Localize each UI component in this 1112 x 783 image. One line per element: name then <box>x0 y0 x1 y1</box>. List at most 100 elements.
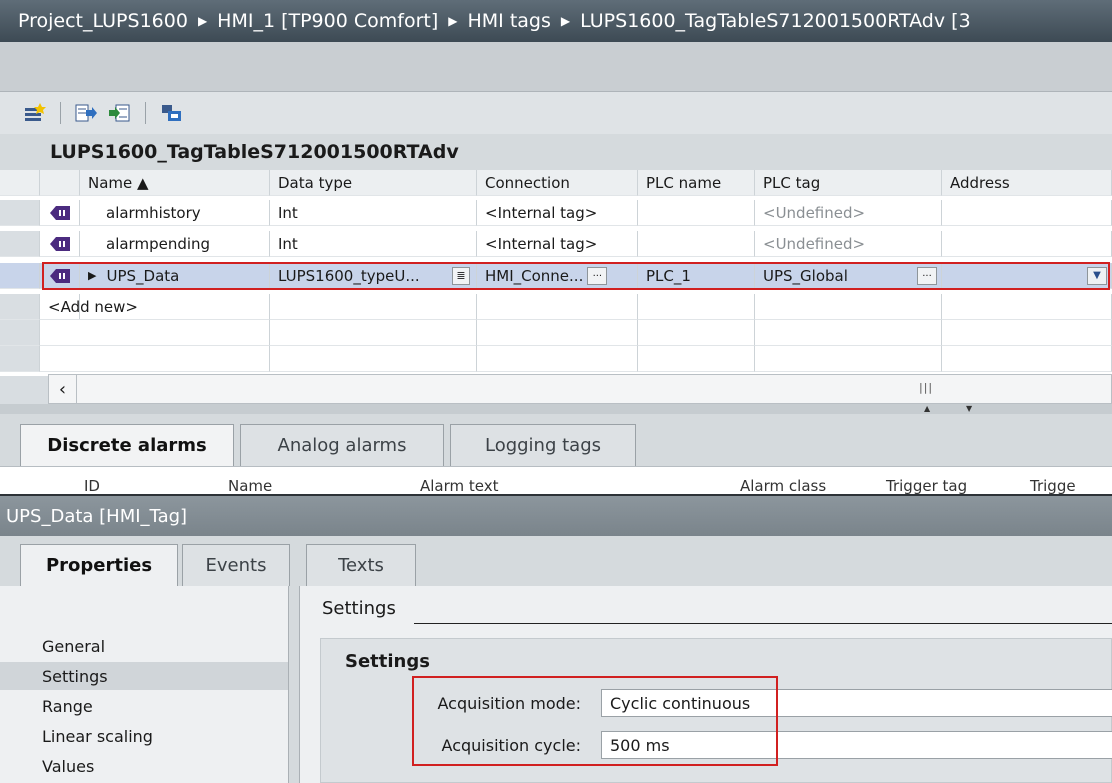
breadcrumb-hmi-tags[interactable]: HMI tags <box>468 10 551 32</box>
tag-connection-cell[interactable]: HMI_Conne... ... <box>477 263 638 289</box>
connection-browse-button[interactable]: ... <box>587 266 608 285</box>
alarm-column-name[interactable]: Name <box>228 477 272 494</box>
empty-cell <box>942 294 1112 320</box>
empty-row <box>0 346 1112 372</box>
splitter-up-icon[interactable]: ▲ <box>924 404 930 413</box>
alarm-column-id[interactable]: ID <box>84 477 100 494</box>
tag-data-type[interactable]: Int <box>270 231 477 257</box>
add-new-tag[interactable]: <Add new> <box>40 294 270 320</box>
acquisition-cycle-label: Acquisition cycle: <box>441 736 581 755</box>
tag-name-cell[interactable]: ▶ UPS_Data <box>80 263 270 289</box>
splitter-down-icon[interactable]: ▼ <box>966 404 972 413</box>
address-dropdown-icon[interactable]: ▼ <box>1087 266 1107 285</box>
row-gutter <box>0 170 40 196</box>
acquisition-mode-field[interactable]: Cyclic continuous <box>601 689 1112 717</box>
empty-cell <box>477 346 638 372</box>
row-gutter[interactable] <box>0 263 40 289</box>
tag-plc-name[interactable]: PLC_1 <box>638 263 755 289</box>
breadcrumb-tag-table[interactable]: LUPS1600_TagTableS712001500RTAdv [3 <box>580 10 971 32</box>
inspector-nav: General Settings Range Linear scaling Va… <box>0 586 288 783</box>
tag-plc-name[interactable] <box>638 200 755 226</box>
column-header-plc-name[interactable]: PLC name <box>638 170 755 196</box>
row-gutter <box>0 294 40 320</box>
tab-events[interactable]: Events <box>182 544 290 586</box>
empty-cell <box>638 294 755 320</box>
scroll-left-icon[interactable]: ‹ <box>49 375 77 403</box>
tab-texts[interactable]: Texts <box>306 544 416 586</box>
empty-cell <box>638 346 755 372</box>
import-icon[interactable] <box>107 100 133 126</box>
breadcrumb-project[interactable]: Project_LUPS1600 <box>18 10 188 32</box>
expand-arrow-icon[interactable]: ▶ <box>88 269 96 282</box>
tag-connection[interactable]: <Internal tag> <box>477 231 638 257</box>
tag-data-type[interactable]: Int <box>270 200 477 226</box>
breadcrumb-separator-icon: ▶ <box>197 14 208 28</box>
tag-connection: HMI_Conne... <box>485 266 584 285</box>
tab-logging-tags[interactable]: Logging tags <box>450 424 636 466</box>
table-row[interactable]: alarmhistory Int <Internal tag> <Undefin… <box>0 200 1112 226</box>
inspector-title: UPS_Data [HMI_Tag] <box>0 494 1112 536</box>
row-gutter <box>0 346 40 372</box>
tag-address-cell[interactable]: ▼ <box>942 263 1112 289</box>
acquisition-mode-label: Acquisition mode: <box>437 694 581 713</box>
empty-cell <box>40 346 80 372</box>
export-icon[interactable] <box>73 100 99 126</box>
empty-cell <box>755 346 942 372</box>
tag-table-grid: Name ▲ Data type Connection PLC name PLC… <box>0 170 1112 376</box>
row-gutter[interactable] <box>0 231 40 257</box>
table-row-selected[interactable]: ▶ UPS_Data LUPS1600_typeU... ≣ HMI_Conne… <box>0 263 1112 289</box>
column-header-name[interactable]: Name ▲ <box>80 170 270 196</box>
alarm-column-trigger-bit[interactable]: Trigge <box>1030 477 1076 494</box>
plc-tag-browse-button[interactable]: ... <box>917 266 937 285</box>
add-new-row[interactable]: <Add new> <box>0 294 1112 320</box>
column-header-connection[interactable]: Connection <box>477 170 638 196</box>
column-header-address[interactable]: Address <box>942 170 1112 196</box>
tag-address[interactable] <box>942 231 1112 257</box>
row-gutter[interactable] <box>0 200 40 226</box>
alarm-column-class[interactable]: Alarm class <box>740 477 826 494</box>
tag-data-type: LUPS1600_typeU... <box>278 266 420 285</box>
tag-address[interactable] <box>942 200 1112 226</box>
alarm-tab-strip: Discrete alarms Analog alarms Logging ta… <box>0 414 1112 466</box>
tag-data-type-cell[interactable]: LUPS1600_typeU... ≣ <box>270 263 477 289</box>
tag-plc-tag[interactable]: <Undefined> <box>755 200 942 226</box>
tab-properties[interactable]: Properties <box>20 544 178 586</box>
alarm-column-text[interactable]: Alarm text <box>420 477 499 494</box>
tag-properties-icon[interactable] <box>158 100 184 126</box>
empty-cell <box>638 320 755 346</box>
nav-item-settings[interactable]: Settings <box>0 662 288 690</box>
nav-item-values[interactable]: Values <box>0 752 288 780</box>
nav-item-linear-scaling[interactable]: Linear scaling <box>0 722 288 750</box>
group-title: Settings <box>345 651 430 672</box>
acquisition-cycle-field[interactable]: 500 ms <box>601 731 1112 759</box>
tab-discrete-alarms[interactable]: Discrete alarms <box>20 424 234 466</box>
tag-name[interactable]: alarmpending <box>80 231 270 257</box>
row-icon-column <box>40 170 80 196</box>
alarm-column-trigger-tag[interactable]: Trigger tag <box>886 477 967 494</box>
empty-cell <box>942 320 1112 346</box>
table-row[interactable]: alarmpending Int <Internal tag> <Undefin… <box>0 231 1112 257</box>
scroll-grip-icon[interactable]: ||| <box>919 381 933 394</box>
column-header-data-type[interactable]: Data type <box>270 170 477 196</box>
horizontal-scrollbar[interactable]: ‹ ||| <box>48 374 1112 404</box>
inspector-splitter[interactable] <box>288 586 300 783</box>
nav-item-range[interactable]: Range <box>0 692 288 720</box>
tag-table-toolbar <box>0 92 1112 134</box>
breadcrumb-device[interactable]: HMI_1 [TP900 Comfort] <box>217 10 438 32</box>
tag-plc-name[interactable] <box>638 231 755 257</box>
tab-analog-alarms[interactable]: Analog alarms <box>240 424 444 466</box>
tag-name[interactable]: alarmhistory <box>80 200 270 226</box>
section-divider <box>414 623 1112 624</box>
nav-item-general[interactable]: General <box>0 632 288 660</box>
column-header-plc-tag[interactable]: PLC tag <box>755 170 942 196</box>
empty-row <box>0 320 1112 346</box>
toolbar-divider <box>145 102 146 124</box>
section-heading: Settings <box>322 598 396 619</box>
editor-header-bar <box>0 42 1112 92</box>
tag-plc-tag-cell[interactable]: UPS_Global ... <box>755 263 942 289</box>
tag-connection[interactable]: <Internal tag> <box>477 200 638 226</box>
pane-splitter[interactable]: ▲ ▼ <box>0 404 1112 414</box>
tag-plc-tag[interactable]: <Undefined> <box>755 231 942 257</box>
add-tag-icon[interactable] <box>22 100 48 126</box>
datatype-list-icon[interactable]: ≣ <box>452 266 470 285</box>
